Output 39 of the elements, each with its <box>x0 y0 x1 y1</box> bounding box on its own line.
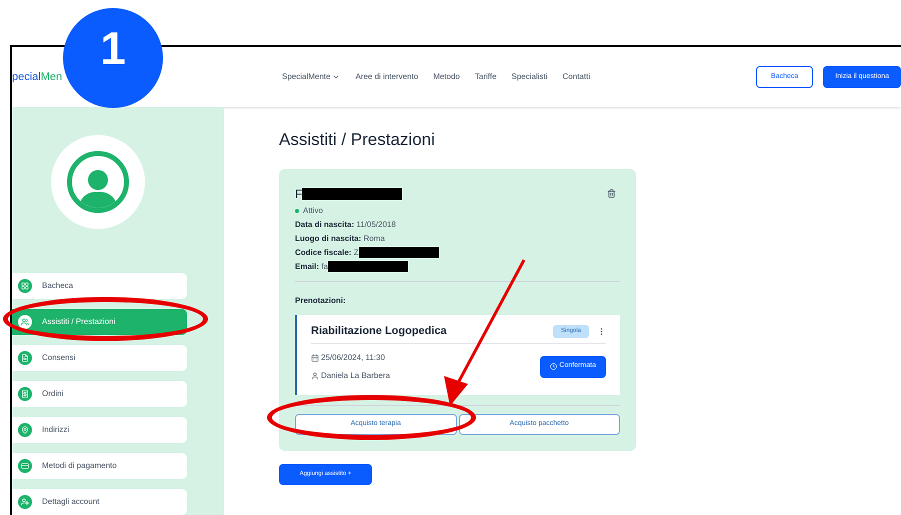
nav-link[interactable]: Tariffe <box>474 71 497 83</box>
sidebar-item[interactable]: Bacheca <box>12 273 187 299</box>
menu-icon <box>18 315 32 329</box>
menu-icon <box>18 351 32 365</box>
status-text: Attivo <box>303 204 324 216</box>
page-title: Assistiti / Prestazioni <box>279 129 436 151</box>
user-avatar-icon <box>67 151 129 213</box>
calendar-icon <box>311 354 319 362</box>
logo-text: Men <box>40 70 62 85</box>
detail-text: Codice fiscale: Z <box>295 246 359 258</box>
sidebar-item[interactable]: Metodi di pagamento <box>12 453 187 479</box>
trash-icon[interactable] <box>607 189 616 198</box>
menu-icon <box>18 279 32 293</box>
sidebar-item[interactable]: Consensi <box>12 345 187 371</box>
detail-text: Luogo di nascita: Roma <box>295 232 385 244</box>
chevron-down-icon <box>332 73 340 81</box>
booking-title: Riabilitazione Logopedica <box>311 324 447 339</box>
user-icon <box>311 372 319 380</box>
menu-icon <box>18 387 32 401</box>
menu-icon <box>18 423 32 437</box>
nav-link[interactable]: Specialisti <box>512 71 548 83</box>
nav-link[interactable]: Aree di intervento <box>355 71 418 83</box>
nav-link[interactable]: Contatti <box>562 71 590 83</box>
detail-text: Data di nascita: 11/05/2018 <box>295 218 396 230</box>
sidebar-item[interactable]: Ordini <box>12 381 187 407</box>
section-label: Prenotazioni: <box>295 296 346 304</box>
detail-text: Email: fa <box>295 260 328 272</box>
nav-link[interactable]: SpecialMente <box>282 71 340 83</box>
patient-name: F <box>295 186 302 202</box>
sidebar-item[interactable]: Dettagli account <box>12 489 187 515</box>
clock-icon <box>550 363 558 370</box>
step-badge: 1 <box>63 8 163 108</box>
menu-icon <box>18 495 32 509</box>
specialist-name: Daniela La Barbera <box>321 370 390 382</box>
menu-icon <box>18 459 32 473</box>
logo-text: pecial <box>12 70 41 85</box>
sidebar-item[interactable]: Indirizzi <box>12 417 187 443</box>
booking-datetime: 25/06/2024, 11:30 <box>321 352 385 364</box>
nav-link[interactable]: Metodo <box>433 71 460 83</box>
